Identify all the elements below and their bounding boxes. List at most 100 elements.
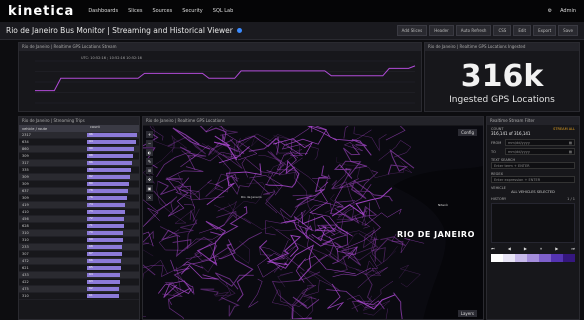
zoom-out-icon[interactable]: − [146,140,153,147]
table-row[interactable]: 310 69 [19,237,139,244]
skip-forward-icon[interactable]: ⏭ [571,246,575,251]
trip-id-cell: 472 [22,259,29,263]
table-row[interactable]: 2317 96 [19,132,139,139]
color-legend [491,254,575,262]
trip-count-cell: 96 [87,132,139,138]
table-row[interactable]: 317 86 [19,160,139,167]
trip-id-cell: 475 [22,287,29,291]
trips-table-title: Rio de Janeiro | Streaming Trips [19,117,139,125]
count-bar-label: 70 [89,230,93,234]
table-row[interactable]: 422 63 [19,279,139,286]
table-row[interactable]: 628 71 [19,223,139,230]
map-config-button[interactable]: Config [458,129,477,136]
count-bar-label: 69 [89,237,93,241]
table-row[interactable]: 310 70 [19,230,139,237]
table-row[interactable]: 307 67 [19,251,139,258]
map-toolbar: + − ◐ ✎ ⊞ ✥ ▣ ✕ [146,131,153,201]
calendar-icon[interactable]: ▦ [569,141,572,145]
skip-back-icon[interactable]: ⏮ [491,246,495,251]
regex-input[interactable]: Enter expression + ENTER [491,176,575,183]
stream-status-badge[interactable]: STREAM ALL [553,127,575,131]
count-bar [87,189,128,193]
dashboard-toolbar: Add Slices Header Auto Refresh CSS Edit … [396,25,578,36]
table-row[interactable]: 310 61 [19,293,139,300]
trip-count-cell: 68 [87,244,139,250]
count-bar [87,133,137,137]
auto-refresh-button[interactable]: Auto Refresh [455,25,492,36]
export-button[interactable]: Export [533,25,557,36]
admin-menu[interactable]: Admin [560,8,576,14]
table-row[interactable]: 309 82 [19,174,139,181]
table-row[interactable]: 475 62 [19,286,139,293]
count-bar [87,147,134,151]
table-row[interactable]: 621 65 [19,265,139,272]
play-icon[interactable]: ▶ [524,246,527,251]
to-date-input[interactable]: mm/dd/yyyy ▦ [505,148,575,155]
add-slices-button[interactable]: Add Slices [396,25,428,36]
from-date-input[interactable]: mm/dd/yyyy ▦ [505,139,575,146]
edit-button[interactable]: Edit [513,25,532,36]
map-title: Rio de Janeiro | Realtime GPS Locations [143,117,483,125]
draw-icon[interactable]: ✎ [146,158,153,165]
kinetica-logo[interactable]: kinetica [8,4,74,19]
count-bar-label: 62 [89,286,93,290]
step-forward-icon[interactable]: ▶ [555,246,558,251]
wrench-icon[interactable]: ⚙ [548,8,552,14]
count-bar-label: 67 [89,251,93,255]
map-place-label: Niterói [438,203,448,207]
count-bar-label: 86 [89,160,93,164]
count-bar-label: 68 [89,244,93,248]
table-row[interactable]: 860 90 [19,146,139,153]
table-row[interactable]: 410 73 [19,209,139,216]
trip-id-cell: 310 [22,294,29,298]
text-search-input[interactable]: Enter term + ENTER [491,162,575,169]
city-label: RIO DE JANEIRO [397,230,475,239]
trip-id-cell: 335 [22,168,29,172]
nav-security[interactable]: Security [182,8,203,14]
nav-sql-lab[interactable]: SQL Lab [213,8,234,14]
table-row[interactable]: 433 64 [19,272,139,279]
top-nav: kinetica Dashboards Slices Sources Secur… [0,0,584,22]
count-bar-label: 96 [89,132,93,136]
table-row[interactable]: 419 74 [19,202,139,209]
column-header-id[interactable]: vehicle / route [19,127,87,131]
trip-id-cell: 310 [22,238,29,242]
compass-icon[interactable]: ◐ [146,149,153,156]
table-row[interactable]: 456 72 [19,216,139,223]
kpi-label: Ingested GPS Locations [449,95,555,105]
zoom-in-icon[interactable]: + [146,131,153,138]
count-bar [87,161,132,165]
table-row[interactable]: 472 66 [19,258,139,265]
trip-count-cell: 72 [87,216,139,222]
step-back-icon[interactable]: ◀ [508,246,511,251]
table-row[interactable]: 637 78 [19,188,139,195]
nav-slices[interactable]: Slices [128,8,142,14]
select-icon[interactable]: ▣ [146,185,153,192]
gps-map[interactable] [143,126,483,320]
pause-icon[interactable]: ⏸ [540,246,542,251]
history-count: 1 / 1 [567,197,575,201]
clear-icon[interactable]: ✕ [146,194,153,201]
table-row[interactable]: 309 88 [19,153,139,160]
pan-icon[interactable]: ✥ [146,176,153,183]
save-button[interactable]: Save [558,25,578,36]
trip-id-cell: 309 [22,175,29,179]
table-row[interactable]: 309 80 [19,181,139,188]
ruler-icon[interactable]: ⊞ [146,167,153,174]
legend-swatch [503,254,515,262]
calendar-icon[interactable]: ▦ [569,150,572,154]
dashboard-title: Rio de Janeiro Bus Monitor | Streaming a… [6,26,233,35]
history-list[interactable] [491,203,575,243]
css-button[interactable]: CSS [493,25,512,36]
table-row[interactable]: 634 94 [19,139,139,146]
chart-tooltip: UTC: 10:52:16 ; 10:52:16 10:52:16 [81,56,142,60]
nav-sources[interactable]: Sources [152,8,172,14]
table-row[interactable]: 233 68 [19,244,139,251]
table-row[interactable]: 335 84 [19,167,139,174]
header-button[interactable]: Header [429,25,454,36]
column-header-count[interactable]: count [87,125,139,132]
nav-dashboards[interactable]: Dashboards [88,8,118,14]
trip-count-cell: 64 [87,272,139,278]
map-layers-button[interactable]: Layers [457,310,477,317]
table-row[interactable]: 309 76 [19,195,139,202]
